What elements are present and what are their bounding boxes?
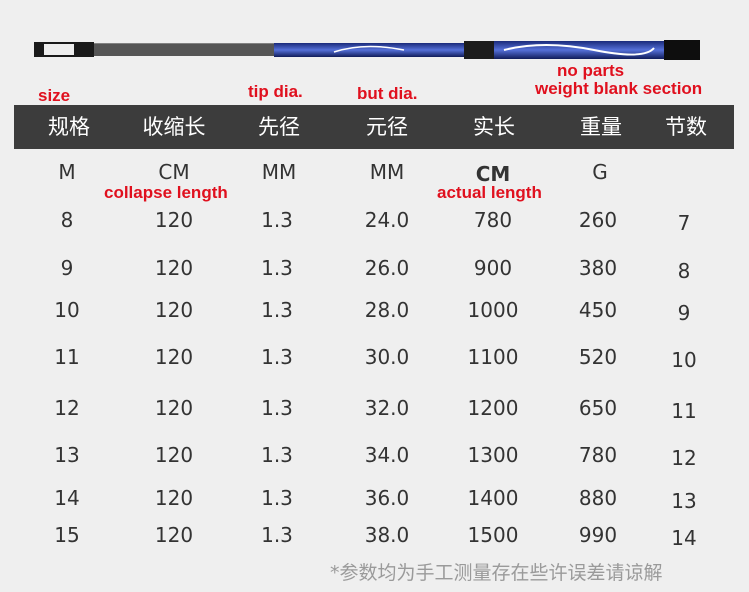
- cell-tip: 1.3: [261, 523, 293, 547]
- cell-size: 13: [54, 443, 80, 467]
- annotation-tip-dia: tip dia.: [248, 82, 303, 101]
- header-tip: 先径: [258, 115, 300, 139]
- cell-actual: 1400: [467, 486, 519, 510]
- cell-sections: 11: [671, 399, 697, 423]
- cell-tip: 1.3: [261, 443, 293, 467]
- cell-butt: 34.0: [364, 443, 410, 467]
- cell-tip: 1.3: [261, 256, 293, 280]
- cell-actual: 1300: [467, 443, 519, 467]
- annotation-actual-length: actual length: [437, 183, 542, 202]
- cell-size: 15: [54, 523, 80, 547]
- cell-sections: 10: [671, 348, 697, 372]
- cell-actual: 1200: [467, 396, 519, 420]
- cell-collapse: 120: [154, 256, 194, 280]
- cell-sections: 14: [671, 526, 697, 550]
- header-collapse: 收缩长: [142, 115, 206, 139]
- cell-size: 14: [54, 486, 80, 510]
- unit-g: G: [592, 160, 608, 184]
- cell-collapse: 120: [154, 298, 194, 322]
- header-butt: 元径: [366, 115, 408, 139]
- footnote: *参数均为手工测量存在些许误差请谅解: [330, 562, 663, 584]
- cell-butt: 24.0: [364, 208, 410, 232]
- cell-sections: 8: [677, 259, 691, 283]
- annotation-size: size: [38, 86, 71, 105]
- cell-actual: 780: [473, 208, 513, 232]
- cell-butt: 36.0: [364, 486, 410, 510]
- cell-collapse: 120: [154, 486, 194, 510]
- cell-collapse: 120: [154, 443, 194, 467]
- cell-size: 10: [54, 298, 80, 322]
- cell-size: 12: [54, 396, 80, 420]
- cell-collapse: 120: [154, 523, 194, 547]
- cell-collapse: 120: [154, 345, 194, 369]
- cell-tip: 1.3: [261, 208, 293, 232]
- cell-actual: 1100: [467, 345, 519, 369]
- cell-size: 8: [60, 208, 74, 232]
- cell-sections: 12: [671, 446, 697, 470]
- cell-tip: 1.3: [261, 345, 293, 369]
- cell-actual: 1500: [467, 523, 519, 547]
- cell-actual: 900: [473, 256, 513, 280]
- cell-collapse: 120: [154, 208, 194, 232]
- cell-sections: 9: [677, 301, 691, 325]
- cell-butt: 32.0: [364, 396, 410, 420]
- cell-butt: 30.0: [364, 345, 410, 369]
- cell-tip: 1.3: [261, 486, 293, 510]
- fishing-rod-image: [34, 40, 700, 60]
- unit-m: M: [58, 160, 76, 184]
- table-header: 规格 收缩长 先径 元径 实长 重量 节数: [14, 105, 734, 149]
- cell-size: 9: [60, 256, 74, 280]
- header-spec: 规格: [48, 115, 90, 139]
- header-sections: 节数: [665, 115, 707, 139]
- annotation-but-dia: but dia.: [357, 84, 418, 103]
- cell-sections: 13: [671, 489, 697, 513]
- annotation-collapse-length: collapse length: [104, 183, 228, 202]
- cell-butt: 38.0: [364, 523, 410, 547]
- unit-cm: CM: [158, 160, 190, 184]
- unit-mm-butt: MM: [369, 160, 405, 184]
- cell-butt: 28.0: [364, 298, 410, 322]
- annotation-weight-blank: weight blank section: [535, 79, 703, 98]
- cell-collapse: 120: [154, 396, 194, 420]
- header-actual: 实长: [473, 115, 515, 139]
- cell-butt: 26.0: [364, 256, 410, 280]
- cell-sections: 7: [677, 211, 691, 235]
- unit-mm-tip: MM: [261, 160, 297, 184]
- cell-tip: 1.3: [261, 298, 293, 322]
- cell-size: 11: [54, 345, 80, 369]
- cell-tip: 1.3: [261, 396, 293, 420]
- cell-actual: 1000: [467, 298, 519, 322]
- annotation-no-parts: no parts: [557, 61, 625, 80]
